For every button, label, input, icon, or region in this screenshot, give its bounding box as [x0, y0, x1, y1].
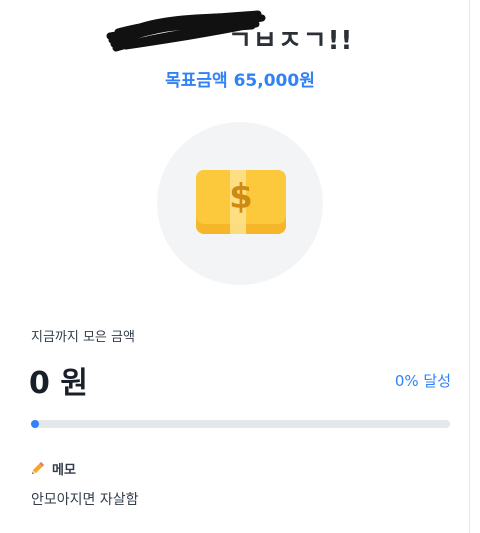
money-bill-icon: $	[196, 170, 286, 234]
progress-fill	[31, 420, 39, 428]
achievement-percent: 0% 달성	[394, 372, 451, 390]
svg-text:$: $	[229, 177, 253, 217]
savings-goal-page: ㄱㅂㅈㄱ!! 목표금액 65,000원 $ 지금까지 모은 금액 0 원 0% …	[0, 0, 480, 533]
saved-amount-label: 지금까지 모은 금액	[31, 330, 135, 345]
pencil-icon	[32, 462, 44, 474]
memo-title: 메모	[52, 462, 76, 478]
memo-text: 안모아지면 자살함	[31, 492, 139, 508]
saved-amount-value: 0 원	[29, 366, 88, 401]
progress-bar	[31, 420, 450, 428]
goal-amount: 목표금액 65,000원	[165, 71, 315, 91]
redaction-scribble	[106, 10, 266, 52]
memo-header: 메모	[30, 458, 76, 478]
